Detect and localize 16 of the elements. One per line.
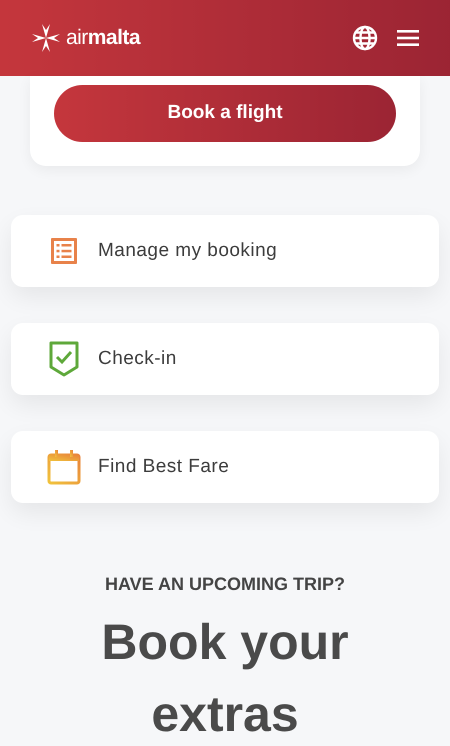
brand-logo[interactable]: airmalta bbox=[66, 22, 140, 54]
shield-check-icon bbox=[49, 341, 79, 377]
action-label: Manage my booking bbox=[98, 238, 278, 263]
action-card[interactable]: Manage my booking bbox=[11, 215, 439, 287]
section-heading: Book your extras bbox=[100, 613, 350, 744]
globe-icon[interactable] bbox=[352, 25, 378, 51]
list-icon bbox=[49, 236, 79, 266]
action-label: Find Best Fare bbox=[98, 454, 230, 479]
calendar-icon bbox=[47, 449, 81, 485]
action-card[interactable]: Find Best Fare bbox=[11, 431, 439, 503]
star-logo-icon bbox=[30, 22, 62, 54]
book-flight-button[interactable]: Book a flight bbox=[54, 85, 396, 142]
action-label: Check-in bbox=[98, 346, 177, 371]
menu-icon[interactable] bbox=[396, 28, 420, 48]
section-eyebrow: HAVE AN UPCOMING TRIP? bbox=[104, 573, 345, 596]
action-card[interactable]: Check-in bbox=[11, 323, 439, 395]
